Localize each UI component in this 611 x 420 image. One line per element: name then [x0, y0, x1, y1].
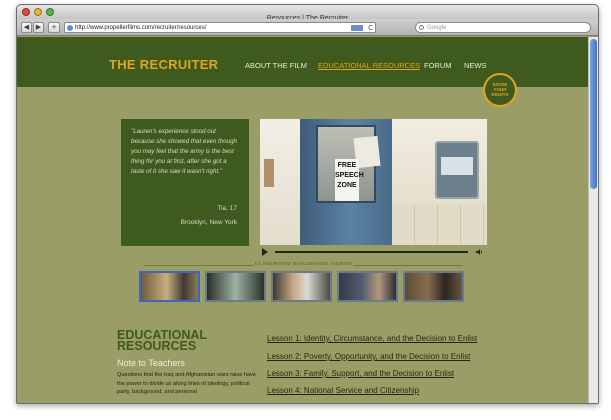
lesson-link-2[interactable]: Lesson 2: Poverty, Opportunity, and the …	[267, 352, 470, 361]
rss-icon[interactable]	[351, 25, 363, 31]
video-frame-plaque	[435, 141, 479, 199]
video-progress-bar[interactable]	[275, 251, 468, 253]
lesson-link-1[interactable]: Lesson 1: Identity, Circumstance, and th…	[267, 334, 477, 343]
scrollbar-thumb[interactable]	[590, 39, 597, 189]
nav-news[interactable]: NEWS	[464, 61, 487, 70]
site-logo[interactable]: THE RECRUITER	[109, 57, 218, 72]
address-text: http://www.propellerfilms.com/recruiter/…	[75, 25, 207, 31]
video-thumbnail-1[interactable]	[139, 271, 200, 302]
page-viewport: THE RECRUITER ABOUT THE FILM EDUCATIONAL…	[17, 37, 590, 403]
testimonial-quote: "Lauren's experience stood out because s…	[121, 119, 249, 246]
search-input[interactable]: Google	[415, 22, 591, 33]
address-bar[interactable]: http://www.propellerfilms.com/recruiter/…	[64, 22, 376, 33]
reload-icon[interactable]: C	[368, 23, 373, 33]
nav-forum[interactable]: FORUM	[424, 61, 452, 70]
title-bar: Resources | The Recruiter	[17, 5, 598, 22]
globe-icon	[67, 25, 73, 31]
browser-window: Resources | The Recruiter ◀ ▶ + http://w…	[16, 4, 599, 404]
divider-right	[353, 265, 463, 266]
window-controls	[22, 8, 54, 16]
search-placeholder: Google	[427, 25, 447, 31]
add-bookmark-button[interactable]: +	[48, 22, 60, 33]
know-your-rights-badge[interactable]: KNOW YOUR RIGHTS	[483, 73, 517, 107]
play-icon[interactable]	[262, 248, 268, 256]
video-frame-poster	[264, 159, 274, 187]
close-window-button[interactable]	[22, 8, 30, 16]
classroom-videos-label: CLASSROOM DISCUSSION VIDEOS	[254, 262, 353, 267]
video-controls	[260, 247, 487, 257]
video-player[interactable]: FREE SPEECH ZONE	[260, 119, 487, 245]
heading-line-2: RESOURCES	[117, 339, 197, 353]
quote-text: "Lauren's experience stood out because s…	[131, 128, 237, 175]
video-thumbnail-2[interactable]	[205, 271, 266, 302]
vertical-scrollbar[interactable]	[588, 37, 598, 403]
video-thumbnail-5[interactable]	[403, 271, 464, 302]
browser-toolbar: ◀ ▶ + http://www.propellerfilms.com/recr…	[17, 19, 598, 36]
lesson-link-4[interactable]: Lesson 4: National Service and Citizensh…	[267, 386, 419, 395]
badge-label: KNOW YOUR RIGHTS	[491, 82, 509, 97]
lesson-link-3[interactable]: Lesson 3: Family, Support, and the Decis…	[267, 369, 454, 378]
video-thumbnail-3[interactable]	[271, 271, 332, 302]
forward-button[interactable]: ▶	[33, 22, 44, 33]
note-to-teachers-heading: Note to Teachers	[117, 358, 185, 368]
minimize-window-button[interactable]	[34, 8, 42, 16]
video-thumbnail-4[interactable]	[337, 271, 398, 302]
nav-about-the-film[interactable]: ABOUT THE FILM	[245, 61, 307, 70]
volume-icon[interactable]	[476, 248, 484, 256]
back-button[interactable]: ◀	[21, 22, 32, 33]
educational-resources-heading: EDUCATIONAL RESOURCES	[117, 329, 207, 353]
note-to-teachers-body: Questions that the Iraq and Afghanistan …	[117, 372, 256, 395]
quote-author: Tia, 17	[217, 205, 237, 212]
quote-location: Brooklyn, New York	[180, 219, 237, 226]
video-frame-tiles	[392, 205, 487, 245]
nav-educational-resources[interactable]: EDUCATIONAL RESOURCES	[318, 61, 420, 70]
free-speech-zone-sign: FREE SPEECH ZONE	[335, 159, 364, 201]
zoom-window-button[interactable]	[46, 8, 54, 16]
search-icon	[419, 25, 424, 30]
